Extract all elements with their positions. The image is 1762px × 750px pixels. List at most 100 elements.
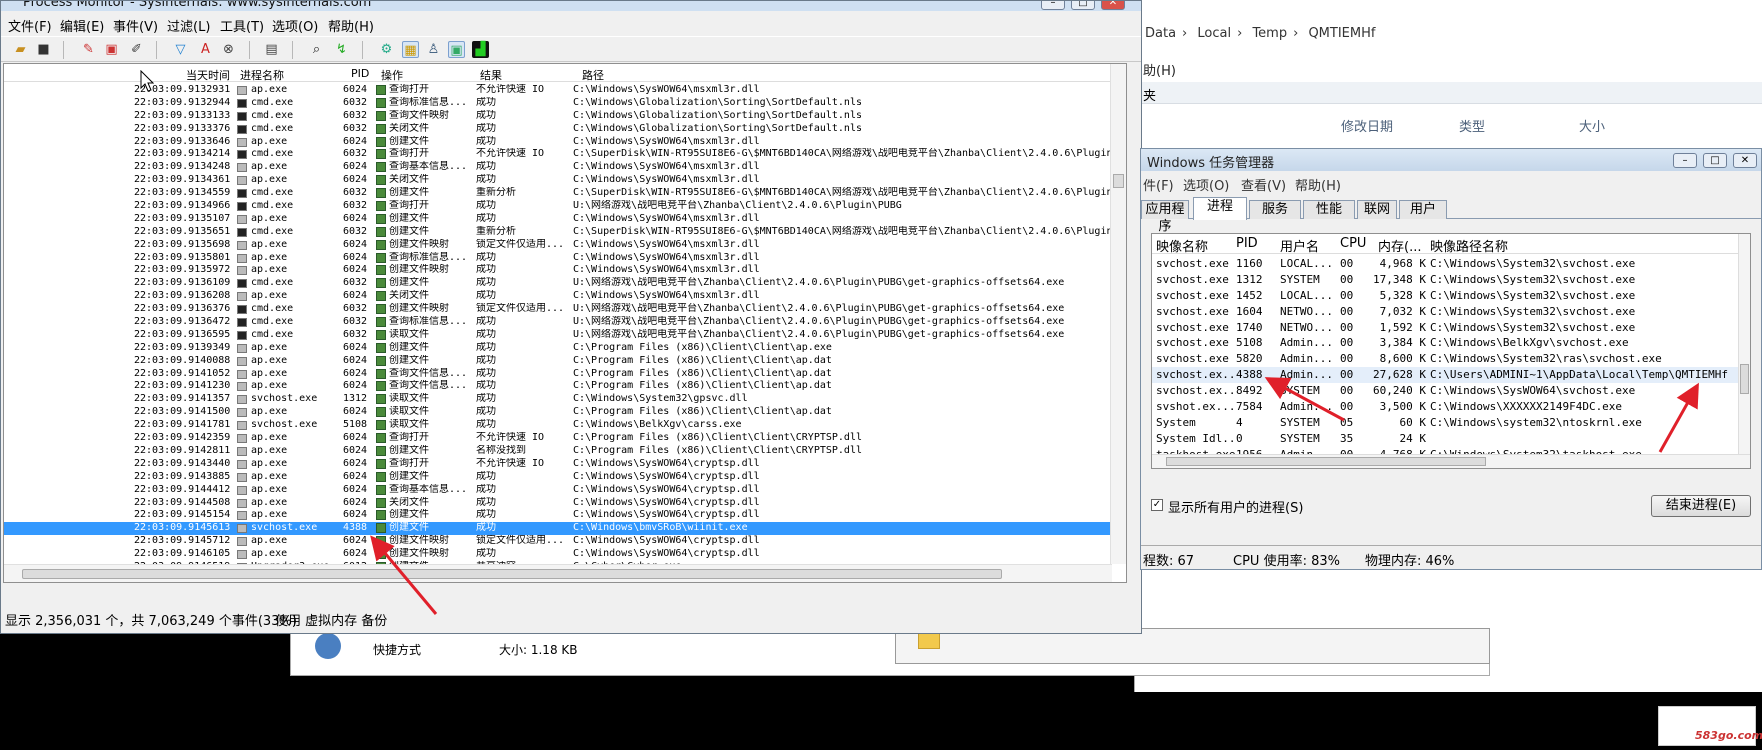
event-row[interactable]: 22:03:09.9135651 cmd.exe 6032 创建文件 重新分析 C:\Su… bbox=[4, 226, 1113, 239]
col-memory[interactable]: 内存(... bbox=[1378, 236, 1421, 255]
menu-filter[interactable]: 过滤(L) bbox=[167, 16, 210, 35]
process-row[interactable]: svchost.exe 1604 NETWO... 00 7,032 K C:\Windo… bbox=[1152, 304, 1742, 320]
event-row[interactable]: 22:03:09.9132944 cmd.exe 6032 查询标准信息... 成功 C:… bbox=[4, 97, 1112, 110]
tm-maximize-button[interactable]: □ bbox=[1703, 153, 1727, 168]
event-row[interactable]: 22:03:09.9132931 ap.exe 6024 查询打开 不允许快速 IO C:… bbox=[4, 84, 1112, 97]
process-row[interactable]: svchost.exe 1740 NETWO... 00 1,592 K C:\Windo… bbox=[1152, 320, 1742, 336]
event-row[interactable]: 22:03:09.9136208 ap.exe 6024 关闭文件 成功 C:\Windo… bbox=[4, 290, 1112, 303]
event-list-hscroll[interactable] bbox=[4, 564, 1112, 582]
event-row[interactable]: 22:03:09.9141230 ap.exe 6024 查询文件信息... 成功 C:\… bbox=[4, 380, 1112, 393]
column-type[interactable]: 类型 bbox=[1459, 116, 1485, 135]
maximize-button[interactable]: □ bbox=[1071, 1, 1095, 10]
event-row[interactable]: 22:03:09.9143885 ap.exe 6024 创建文件 成功 C:\Windo… bbox=[4, 471, 1112, 484]
process-row[interactable]: svshot.ex... 7584 Admin... 00 3,500 K C:\Wind… bbox=[1152, 399, 1742, 415]
capture-icon[interactable]: ✎ bbox=[80, 41, 97, 58]
close-button[interactable]: ✕ bbox=[1101, 1, 1125, 10]
process-table[interactable]: 映像名称 PID 用户名 CPU 内存(... 映像路径名称 svchost.e… bbox=[1151, 233, 1751, 469]
procmon-titlebar[interactable]: Process Monitor - Sysinternals: www.sysi… bbox=[1, 1, 1141, 11]
find-icon[interactable]: ⌕ bbox=[308, 41, 325, 58]
registry-icon[interactable]: ⚙ bbox=[378, 41, 395, 58]
process-row[interactable]: System 4 SYSTEM 05 60 K C:\Windows\system32\n… bbox=[1152, 415, 1742, 431]
event-row[interactable]: 22:03:09.9133646 ap.exe 6024 创建文件 成功 C:\Windo… bbox=[4, 136, 1112, 149]
process-row[interactable]: svchost.exe 5820 Admin... 00 8,600 K C:\Windo… bbox=[1152, 351, 1742, 367]
process-row[interactable]: svchost.ex... 8492 SYSTEM 00 60,240 K C:\Wind… bbox=[1152, 383, 1742, 399]
tab-applications[interactable]: 应用程序 bbox=[1141, 200, 1189, 234]
event-row[interactable]: 22:03:09.9146105 ap.exe 6024 创建文件映射 成功 C:\Win… bbox=[4, 548, 1112, 561]
explorer-help-menu[interactable]: 助(H) bbox=[1143, 60, 1176, 79]
event-row[interactable]: 22:03:09.9135698 ap.exe 6024 创建文件映射 锁定文件仅适用.… bbox=[4, 239, 1112, 252]
event-row[interactable]: 22:03:09.9135107 ap.exe 6024 创建文件 成功 C:\Windo… bbox=[4, 213, 1112, 226]
tm-vscroll-thumb[interactable] bbox=[1740, 364, 1749, 394]
open-icon[interactable]: ▰ bbox=[12, 41, 29, 58]
show-all-users-checkbox[interactable]: ✓ bbox=[1151, 499, 1163, 511]
event-list-vscroll[interactable] bbox=[1110, 64, 1126, 564]
process-row[interactable]: svchost.exe 1452 LOCAL... 00 5,328 K C:\Windo… bbox=[1152, 288, 1742, 304]
tab-performance[interactable]: 性能 bbox=[1303, 200, 1355, 219]
event-row[interactable]: 22:03:09.9134559 cmd.exe 6032 创建文件 重新分析 C:\Su… bbox=[4, 187, 1113, 200]
event-row[interactable]: 22:03:09.9145712 ap.exe 6024 创建文件映射 锁定文件仅适用.… bbox=[4, 535, 1112, 548]
event-row[interactable]: 22:03:09.9142359 ap.exe 6024 查询打开 不允许快速 IO C:… bbox=[4, 432, 1112, 445]
event-row[interactable]: 22:03:09.9143440 ap.exe 6024 查询打开 不允许快速 IO C:… bbox=[4, 458, 1112, 471]
process-row[interactable]: svchost.exe 1312 SYSTEM 00 17,348 K C:\Window… bbox=[1152, 272, 1742, 288]
hscroll-thumb[interactable] bbox=[22, 569, 1002, 579]
event-row[interactable]: 22:03:09.9144508 ap.exe 6024 关闭文件 成功 C:\Windo… bbox=[4, 497, 1112, 510]
process-row[interactable]: svchost.exe 5108 Admin... 00 3,384 K C:\Windo… bbox=[1152, 335, 1742, 351]
event-row[interactable]: 22:03:09.9141357 svchost.exe 1312 读取文件 成功 C:\… bbox=[4, 393, 1112, 406]
menu-options[interactable]: 选项(O) bbox=[272, 16, 318, 35]
menu-event[interactable]: 事件(V) bbox=[113, 16, 158, 35]
event-row[interactable]: 22:03:09.9134361 ap.exe 6024 关闭文件 成功 C:\Windo… bbox=[4, 174, 1112, 187]
include-process-icon[interactable]: ⊗ bbox=[220, 41, 237, 58]
tm-close-button[interactable]: ✕ bbox=[1733, 153, 1757, 168]
breadcrumb-item[interactable]: Data bbox=[1145, 26, 1176, 41]
col-cpu[interactable]: CPU bbox=[1340, 236, 1366, 251]
vscroll-thumb[interactable] bbox=[1113, 174, 1124, 188]
process-table-vscroll[interactable] bbox=[1738, 234, 1750, 454]
menu-help[interactable]: 帮助(H) bbox=[328, 16, 374, 35]
filter-icon[interactable]: ▽ bbox=[172, 41, 189, 58]
tm-minimize-button[interactable]: – bbox=[1673, 153, 1697, 168]
breadcrumb-item[interactable]: QMTIEMHf bbox=[1308, 26, 1375, 41]
event-list[interactable]: 当天时间 进程名称 PID 操作 结果 路径 22:03:09.9132931 a… bbox=[3, 63, 1127, 583]
event-row[interactable]: 22:03:09.9133133 cmd.exe 6032 查询文件映射 成功 C:\Wi… bbox=[4, 110, 1112, 123]
event-row[interactable]: 22:03:09.9141500 ap.exe 6024 读取文件 成功 C:\Progr… bbox=[4, 406, 1112, 419]
clear-icon[interactable]: ✐ bbox=[128, 41, 145, 58]
col-operation[interactable]: 操作 bbox=[381, 67, 403, 83]
col-process[interactable]: 进程名称 bbox=[240, 67, 284, 83]
taskmgr-titlebar[interactable]: Windows 任务管理器 – □ ✕ bbox=[1141, 149, 1761, 171]
menu-file[interactable]: 文件(F) bbox=[8, 16, 52, 35]
tab-processes[interactable]: 进程 bbox=[1193, 197, 1247, 220]
show-all-users-label[interactable]: 显示所有用户的进程(S) bbox=[1168, 497, 1303, 516]
breadcrumb-item[interactable]: Local bbox=[1197, 26, 1231, 41]
process-row[interactable]: svchost.ex... 4388 Admin... 00 27,628 K C:\Us… bbox=[1152, 367, 1742, 384]
event-row[interactable]: 22:03:09.9141052 ap.exe 6024 查询文件信息... 成功 C:\… bbox=[4, 368, 1112, 381]
process-tree-icon[interactable]: ▤ bbox=[263, 41, 280, 58]
tm-menu-options[interactable]: 选项(O) bbox=[1183, 175, 1229, 194]
menu-edit[interactable]: 编辑(E) bbox=[60, 16, 104, 35]
network-icon[interactable]: ♙ bbox=[425, 41, 442, 58]
event-row[interactable]: 22:03:09.9133376 cmd.exe 6032 关闭文件 成功 C:\Wind… bbox=[4, 123, 1112, 136]
process-activity-icon[interactable]: ▣ bbox=[448, 41, 465, 58]
event-row[interactable]: 22:03:09.9136376 cmd.exe 6032 创建文件映射 锁定文件仅适用… bbox=[4, 303, 1112, 316]
process-row[interactable]: System Idl... 0 SYSTEM 35 24 K bbox=[1152, 431, 1742, 447]
highlight-icon[interactable]: A bbox=[197, 41, 214, 58]
col-image-name[interactable]: 映像名称 bbox=[1156, 236, 1208, 255]
event-row[interactable]: 22:03:09.9135972 ap.exe 6024 创建文件映射 成功 C:\Win… bbox=[4, 264, 1112, 277]
col-pid[interactable]: PID bbox=[1236, 236, 1258, 251]
event-row[interactable]: 22:03:09.9140088 ap.exe 6024 创建文件 成功 C:\Progr… bbox=[4, 355, 1112, 368]
minimize-button[interactable]: – bbox=[1041, 1, 1065, 10]
column-size[interactable]: 大小 bbox=[1579, 116, 1605, 135]
tm-hscroll-thumb[interactable] bbox=[1166, 457, 1486, 466]
tm-menu-help[interactable]: 帮助(H) bbox=[1295, 175, 1341, 194]
column-modified-date[interactable]: 修改日期 bbox=[1341, 116, 1393, 135]
process-table-hscroll[interactable] bbox=[1152, 454, 1750, 468]
col-time[interactable]: 当天时间 bbox=[186, 67, 230, 83]
event-row[interactable]: 22:03:09.9136472 cmd.exe 6032 查询标准信息... 成功 U:… bbox=[4, 316, 1112, 329]
breadcrumb-item[interactable]: Temp bbox=[1252, 26, 1287, 41]
event-row[interactable]: 22:03:09.9136109 cmd.exe 6032 创建文件 成功 U:\网络游戏… bbox=[4, 277, 1112, 290]
filesystem-icon[interactable]: ▦ bbox=[402, 41, 419, 58]
tm-menu-view[interactable]: 查看(V) bbox=[1241, 175, 1286, 194]
tab-users[interactable]: 用户 bbox=[1399, 200, 1447, 219]
event-row[interactable]: 22:03:09.9142811 ap.exe 6024 创建文件 名称没找到 C:\Pr… bbox=[4, 445, 1112, 458]
event-row[interactable]: 22:03:09.9136595 cmd.exe 6032 读取文件 成功 U:\网络游戏… bbox=[4, 329, 1112, 342]
autoscroll-icon[interactable]: ▣ bbox=[103, 41, 120, 58]
